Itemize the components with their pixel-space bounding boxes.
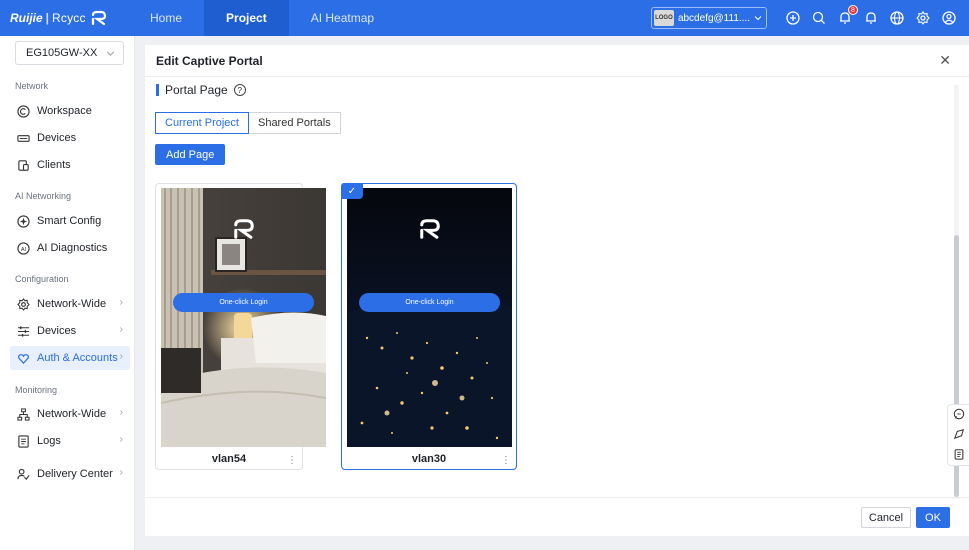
- topology-icon: [16, 407, 30, 421]
- sidebar-item-workspace[interactable]: Workspace: [10, 99, 130, 123]
- chevron-right-icon: ›: [119, 467, 123, 478]
- tab-current-project[interactable]: Current Project: [155, 112, 249, 134]
- search-icon[interactable]: [811, 10, 827, 26]
- help-icon[interactable]: ?: [233, 84, 246, 96]
- panel-title: Edit Captive Portal: [145, 45, 969, 77]
- globe-icon[interactable]: [889, 10, 905, 26]
- clients-icon: [16, 158, 30, 172]
- section-monitoring: Monitoring: [15, 385, 58, 395]
- add-circle-icon[interactable]: [785, 10, 801, 26]
- close-icon[interactable]: ✕: [939, 52, 951, 69]
- brand-ruijie: Ruijie: [10, 11, 43, 25]
- reyee-logo-icon: [419, 219, 440, 239]
- sidebar-item-auth-accounts[interactable]: Auth & Accounts ›: [10, 346, 130, 370]
- sidebar-item-delivery-center[interactable]: Delivery Center ›: [10, 462, 130, 486]
- account-logo: LOGO: [653, 10, 674, 26]
- devices-icon: [16, 131, 30, 145]
- ok-button[interactable]: OK: [916, 507, 950, 528]
- sidebar-item-devices[interactable]: Devices: [10, 126, 130, 150]
- portal-tabs: Current Project Shared Portals: [155, 112, 341, 134]
- device-selector-value: EG105GW-XX: [26, 47, 98, 59]
- chevron-right-icon: ›: [119, 297, 123, 308]
- brand-logo[interactable]: Ruijie | Rcycc: [0, 10, 120, 26]
- portal-preview-image: One-click Login: [347, 188, 512, 447]
- section-ai-networking: AI Networking: [15, 191, 72, 201]
- delivery-icon: [16, 467, 30, 481]
- checkmark-icon: ✓: [341, 183, 363, 199]
- feedback-icon[interactable]: [953, 428, 965, 443]
- account-name: abcdefg@111....: [677, 12, 750, 24]
- chevron-right-icon: ›: [119, 434, 123, 445]
- user-icon[interactable]: [941, 10, 957, 26]
- chevron-right-icon: ›: [119, 407, 123, 418]
- floating-toolbar: [947, 404, 969, 466]
- more-vertical-icon[interactable]: ⋮: [501, 456, 511, 466]
- one-click-login-button: One-click Login: [359, 293, 500, 312]
- portal-card-name: vlan30: [411, 453, 447, 465]
- portal-card-vlan54[interactable]: One-click Login vlan54 ⋮: [155, 183, 326, 470]
- chevron-down-icon: [106, 50, 115, 56]
- tab-shared-portals[interactable]: Shared Portals: [248, 112, 341, 134]
- brand-reyee: Rcycc: [52, 11, 86, 25]
- sliders-icon: [16, 324, 30, 338]
- nav-project[interactable]: Project: [204, 0, 289, 36]
- network-gear-icon: [16, 297, 30, 311]
- bell-icon[interactable]: [863, 10, 879, 26]
- portal-card-name: vlan54: [211, 453, 247, 465]
- sidebar: EG105GW-XX Network Workspace Devices Cli…: [0, 36, 135, 550]
- top-right-tools: LOGO abcdefg@111.... 8: [650, 0, 957, 36]
- sidebar-item-logs[interactable]: Logs ›: [10, 429, 130, 453]
- account-selector[interactable]: LOGO abcdefg@111....: [650, 7, 767, 29]
- sidebar-item-config-devices[interactable]: Devices ›: [10, 319, 130, 343]
- device-selector[interactable]: EG105GW-XX: [15, 41, 124, 65]
- section-configuration: Configuration: [15, 274, 69, 284]
- smart-config-icon: [16, 214, 30, 228]
- nav-ai-heatmap[interactable]: AI Heatmap: [289, 0, 396, 36]
- logs-icon: [16, 434, 30, 448]
- top-nav: Home Project AI Heatmap: [128, 0, 396, 36]
- ai-diagnostics-icon: AI: [16, 241, 30, 255]
- alarm-bell-icon[interactable]: 8: [837, 5, 858, 26]
- sidebar-item-clients[interactable]: Clients: [10, 153, 130, 177]
- sidebar-item-network-wide[interactable]: Network-Wide ›: [10, 292, 130, 316]
- notification-badge: 8: [848, 5, 858, 15]
- edit-captive-portal-panel: Edit Captive Portal ✕ Portal Page ? Curr…: [145, 45, 969, 536]
- portal-page-title: Portal Page: [165, 83, 228, 97]
- sidebar-item-mon-network-wide[interactable]: Network-Wide ›: [10, 402, 130, 426]
- svg-text:AI: AI: [20, 246, 26, 252]
- sidebar-item-smart-config[interactable]: Smart Config: [10, 209, 130, 233]
- section-network: Network: [15, 81, 49, 91]
- nav-home[interactable]: Home: [128, 0, 204, 36]
- portal-page-heading: Portal Page ?: [156, 83, 246, 97]
- chat-icon[interactable]: [953, 408, 965, 423]
- portal-card-vlan30[interactable]: One-click Login ✓ vlan30 ⋮: [341, 183, 517, 470]
- top-bar: Ruijie | Rcycc Home Project AI Heatmap L…: [0, 0, 969, 36]
- gear-icon[interactable]: [915, 10, 931, 26]
- shield-heart-icon: [16, 351, 30, 365]
- reyee-r-icon: [91, 10, 106, 26]
- clipboard-icon[interactable]: [953, 448, 965, 463]
- chevron-right-icon: ›: [119, 324, 123, 335]
- portal-preview-image: One-click Login: [161, 188, 326, 447]
- chevron-right-icon: ›: [119, 351, 123, 362]
- chevron-down-icon: [754, 16, 762, 21]
- add-page-button[interactable]: Add Page: [155, 144, 226, 165]
- one-click-login-button: One-click Login: [173, 293, 314, 312]
- workspace-icon: [16, 104, 30, 118]
- panel-footer: Cancel OK: [145, 497, 969, 536]
- sidebar-item-ai-diagnostics[interactable]: AI AI Diagnostics: [10, 236, 130, 260]
- reyee-logo-icon: [233, 219, 254, 239]
- more-vertical-icon[interactable]: ⋮: [287, 456, 297, 466]
- cancel-button[interactable]: Cancel: [861, 507, 911, 528]
